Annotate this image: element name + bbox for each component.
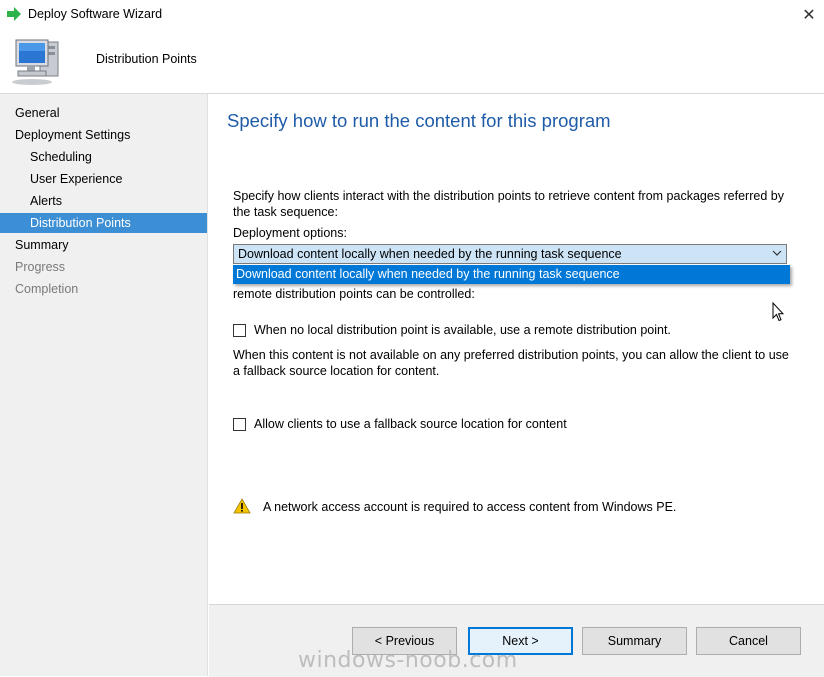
wizard-nav: General Deployment Settings Scheduling U… [0, 94, 208, 676]
remote-dp-text: remote distribution points can be contro… [233, 287, 475, 301]
fallback-description: When this content is not available on an… [233, 348, 789, 378]
window-title: Deploy Software Wizard [28, 7, 163, 21]
wizard-header: Distribution Points [0, 30, 824, 94]
remote-dp-checkbox[interactable] [233, 323, 246, 337]
sidebar-item-progress: Progress [15, 260, 66, 274]
computer-monitor-icon [12, 39, 59, 85]
watermark: windows-noob.com [298, 648, 518, 673]
sidebar-item-scheduling[interactable]: Scheduling [0, 147, 207, 167]
remote-dp-checkbox-label: When no local distribution point is avai… [254, 323, 671, 337]
intro-text: Specify how clients interact with the di… [233, 189, 784, 219]
warning-icon [233, 498, 251, 514]
deployment-options-dropdown: Download content locally when needed by … [233, 265, 790, 284]
summary-button[interactable]: Summary [582, 627, 687, 655]
deployment-options-select[interactable]: Download content locally when needed by … [233, 244, 787, 264]
sidebar-item-user-experience[interactable]: User Experience [0, 169, 207, 189]
dropdown-option-download-locally[interactable]: Download content locally when needed by … [236, 267, 620, 281]
sidebar-item-alerts[interactable]: Alerts [0, 191, 207, 211]
close-icon[interactable]: ✕ [794, 0, 824, 30]
remote-dp-checkbox-row[interactable]: When no local distribution point is avai… [233, 321, 671, 339]
wizard-content: Specify how to run the content for this … [209, 94, 824, 604]
page-title: Specify how to run the content for this … [227, 110, 611, 131]
mouse-cursor-icon [772, 302, 784, 322]
cancel-button[interactable]: Cancel [696, 627, 801, 655]
fallback-checkbox-row[interactable]: Allow clients to use a fallback source l… [233, 415, 567, 433]
deployment-options-value: Download content locally when needed by … [238, 247, 622, 261]
green-arrow-icon [7, 7, 21, 21]
title-bar: Deploy Software Wizard ✕ [0, 0, 824, 30]
sidebar-item-summary[interactable]: Summary [0, 235, 207, 255]
chevron-down-icon [772, 250, 782, 256]
sidebar-item-completion: Completion [15, 282, 79, 296]
header-title: Distribution Points [96, 52, 197, 66]
sidebar-item-distribution-points[interactable]: Distribution Points [0, 213, 207, 233]
sidebar-item-general[interactable]: General [0, 103, 207, 123]
deployment-options-label: Deployment options: [233, 226, 347, 240]
fallback-checkbox[interactable] [233, 417, 246, 431]
fallback-checkbox-label: Allow clients to use a fallback source l… [254, 417, 567, 431]
warning-text: A network access account is required to … [263, 500, 677, 514]
sidebar-item-deployment-settings[interactable]: Deployment Settings [0, 125, 207, 145]
